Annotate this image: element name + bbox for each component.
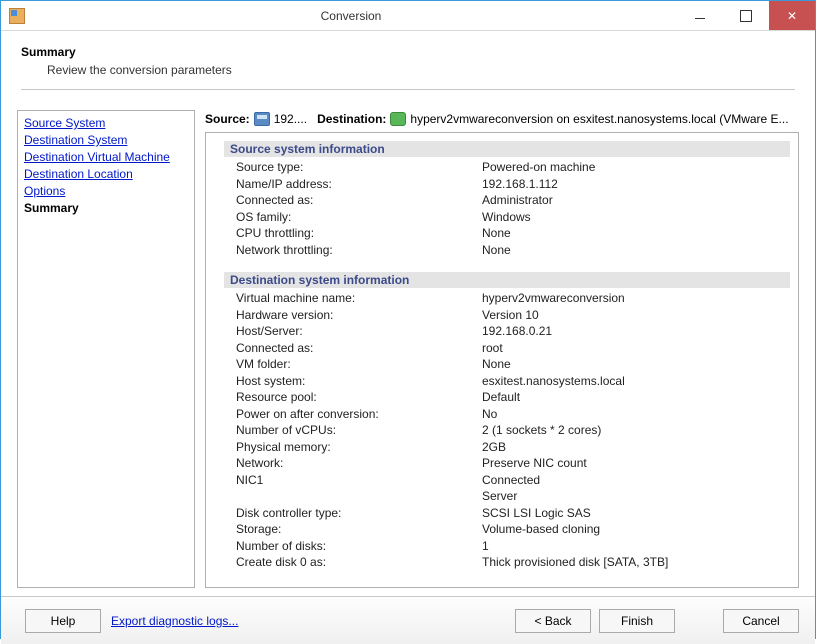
destination-label: Destination: [317,112,386,126]
summary-row: OS family:Windows [224,209,794,226]
back-button[interactable]: < Back [515,609,591,633]
summary-details-panel: Source system information Source type:Po… [205,132,799,588]
window-controls [677,1,815,30]
sidebar-item-destination-system[interactable]: Destination System [24,132,188,149]
summary-row: Name/IP address:192.168.1.112 [224,176,794,193]
sidebar-item-summary: Summary [24,200,188,217]
summary-row: Network:Preserve NIC count [224,455,794,472]
summary-row: Create disk 0 as:Thick provisioned disk … [224,554,794,571]
section-header-destination: Destination system information [224,272,790,288]
divider [21,89,795,90]
summary-row: Network throttling:None [224,242,794,259]
close-button[interactable] [769,1,815,30]
summary-row: Virtual machine name:hyperv2vmwareconver… [224,290,794,307]
section-header-source: Source system information [224,141,790,157]
summary-row: Source type:Powered-on machine [224,159,794,176]
window-title: Conversion [25,9,677,23]
summary-row: Number of disks:1 [224,538,794,555]
summary-row: Connected as:Administrator [224,192,794,209]
summary-row: Physical memory:2GB [224,439,794,456]
summary-row: Hardware version:Version 10 [224,307,794,324]
main-panel: Source: 192.... Destination: hyperv2vmwa… [205,110,799,588]
titlebar: Conversion [1,1,815,31]
app-icon [9,8,25,24]
wizard-header: Summary Review the conversion parameters [1,31,815,100]
cancel-button[interactable]: Cancel [723,609,799,633]
maximize-button[interactable] [723,1,769,30]
summary-row: Power on after conversion:No [224,406,794,423]
host-icon [254,112,270,126]
summary-row: CPU throttling:None [224,225,794,242]
export-logs-link[interactable]: Export diagnostic logs... [111,614,238,628]
source-value: 192.... [274,112,307,126]
destination-value: hyperv2vmwareconversion on esxitest.nano… [410,112,788,126]
summary-row: Server [224,488,794,505]
sidebar-item-options[interactable]: Options [24,183,188,200]
summary-row: Number of vCPUs:2 (1 sockets * 2 cores) [224,422,794,439]
finish-button[interactable]: Finish [599,609,675,633]
help-button[interactable]: Help [25,609,101,633]
wizard-body: Source System Destination System Destina… [1,100,815,596]
vm-icon [390,112,406,126]
wizard-footer: Help Export diagnostic logs... < Back Fi… [1,596,815,644]
summary-row: NIC1Connected [224,472,794,489]
sidebar-item-destination-location[interactable]: Destination Location [24,166,188,183]
summary-scroll[interactable]: Source system information Source type:Po… [206,133,798,587]
source-destination-bar: Source: 192.... Destination: hyperv2vmwa… [205,110,799,132]
summary-row: Connected as:root [224,340,794,357]
page-title: Summary [21,45,795,59]
source-label: Source: [205,112,250,126]
summary-row: Disk controller type:SCSI LSI Logic SAS [224,505,794,522]
summary-row: Host/Server:192.168.0.21 [224,323,794,340]
summary-row: Resource pool:Default [224,389,794,406]
page-subtitle: Review the conversion parameters [47,63,795,77]
sidebar-item-source-system[interactable]: Source System [24,115,188,132]
summary-row: Host system:esxitest.nanosystems.local [224,373,794,390]
summary-row: Storage:Volume-based cloning [224,521,794,538]
wizard-steps-sidebar: Source System Destination System Destina… [17,110,195,588]
minimize-button[interactable] [677,1,723,30]
sidebar-item-destination-vm[interactable]: Destination Virtual Machine [24,149,188,166]
summary-row: VM folder:None [224,356,794,373]
